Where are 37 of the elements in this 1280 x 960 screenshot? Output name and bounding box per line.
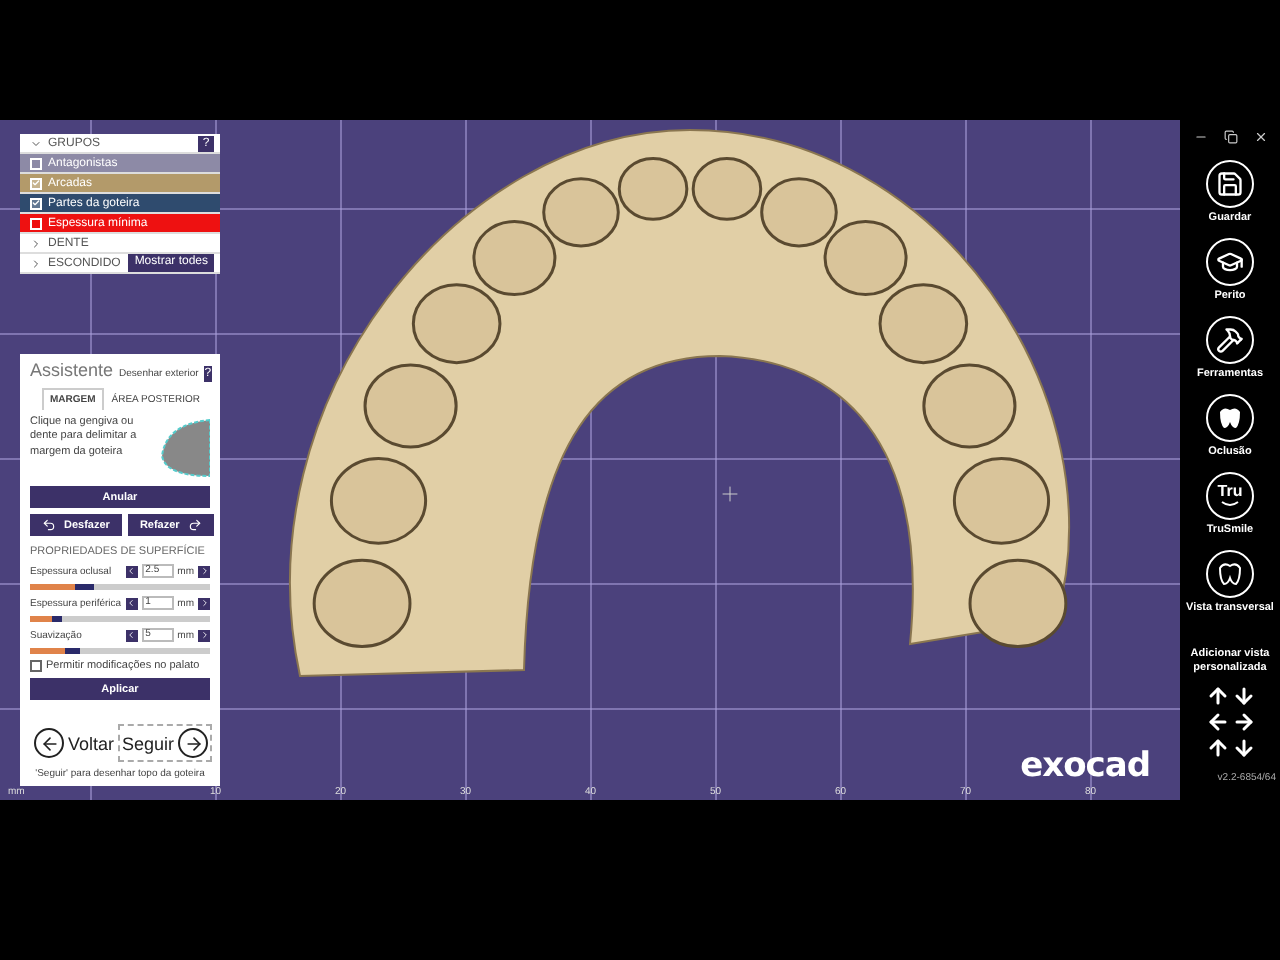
graduation-cap-icon (1216, 248, 1244, 276)
increase-button[interactable] (198, 597, 210, 609)
decrease-button[interactable] (125, 565, 138, 577)
chevron-left-icon (126, 630, 137, 640)
minimize-icon[interactable] (1193, 130, 1207, 144)
hammer-icon (1216, 326, 1244, 354)
decrease-button[interactable] (125, 597, 138, 609)
checkbox[interactable] (30, 177, 42, 189)
chevron-right-icon (199, 566, 209, 576)
slider-fill[interactable] (30, 616, 63, 622)
restore-icon[interactable] (1223, 130, 1237, 144)
undo-icon (42, 518, 56, 532)
assistant-title: Assistente (30, 360, 114, 380)
chevron-right-icon (199, 630, 209, 640)
next-button[interactable]: Seguir (118, 724, 213, 762)
chevron-left-icon (126, 566, 137, 576)
chevron-left-icon (126, 598, 137, 608)
close-icon[interactable] (1253, 130, 1267, 144)
checkbox[interactable] (30, 157, 42, 169)
back-button[interactable]: Voltar (30, 724, 119, 762)
redo-icon (187, 518, 202, 532)
checkbox[interactable] (30, 217, 42, 229)
tooth-icon (1216, 404, 1244, 432)
slider-fill[interactable] (30, 648, 81, 654)
view-arrows-icon[interactable] (1205, 684, 1255, 761)
increase-button[interactable] (198, 629, 210, 641)
decrease-button[interactable] (125, 629, 138, 641)
increase-button[interactable] (198, 565, 210, 577)
logo-text: exocad (1020, 746, 1150, 786)
3d-viewport[interactable] (0, 120, 1180, 800)
checkbox[interactable] (30, 197, 42, 209)
arrow-left-icon (34, 728, 64, 758)
arrow-right-icon (178, 728, 209, 758)
slider-fill[interactable] (30, 584, 93, 590)
tooth-outline-icon (1216, 560, 1244, 588)
crosshair-icon (718, 482, 742, 506)
chevron-right-icon (199, 598, 209, 608)
